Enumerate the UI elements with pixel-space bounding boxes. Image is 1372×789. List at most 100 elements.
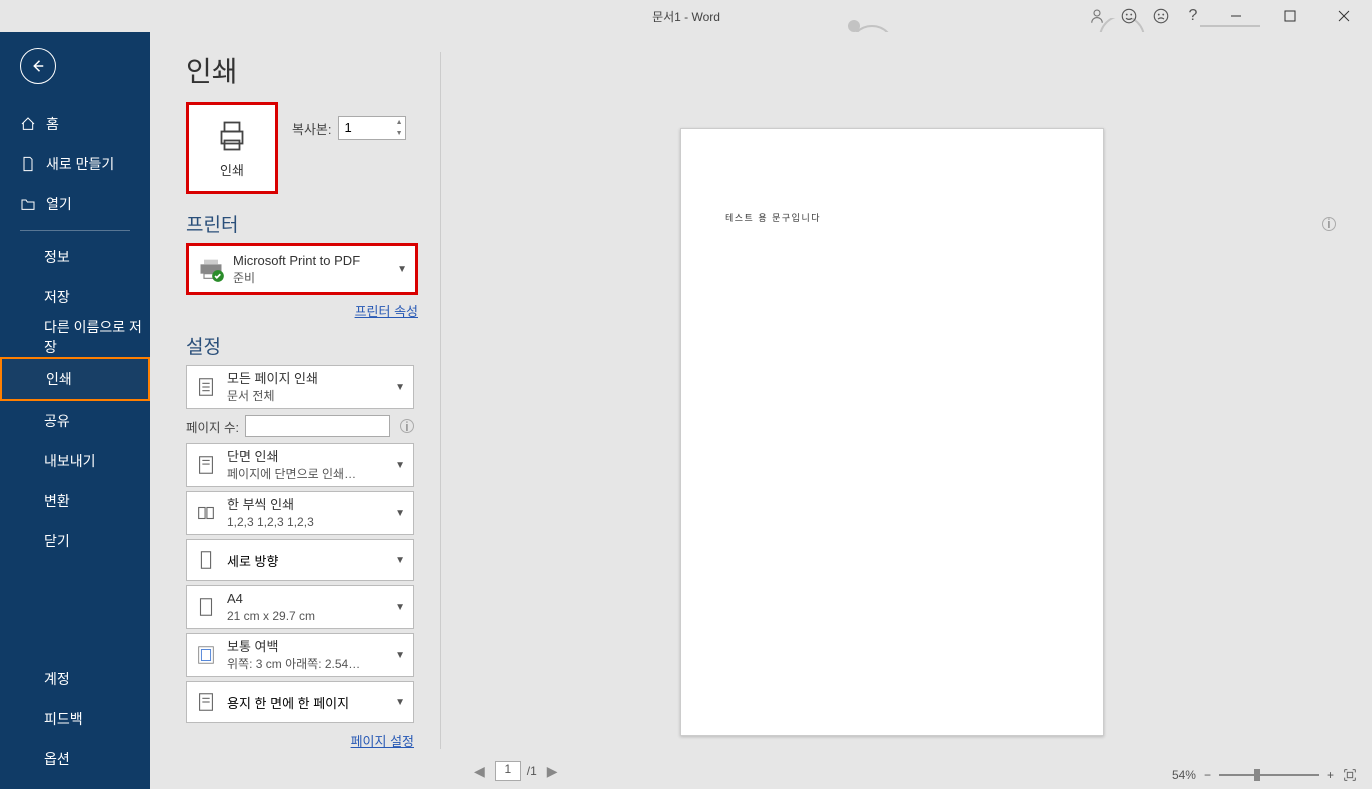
sidebar: 홈 새로 만들기 열기 정보 저장 다른 이름으로 저장 인쇄 공유 내보내기 … (0, 32, 150, 789)
pages-input[interactable] (245, 415, 390, 437)
sidebar-label: 내보내기 (44, 451, 96, 471)
zoom-slider[interactable] (1219, 774, 1319, 776)
close-button[interactable] (1324, 2, 1364, 30)
page-setup-link[interactable]: 페이지 설정 (186, 731, 414, 750)
main: 홈 새로 만들기 열기 정보 저장 다른 이름으로 저장 인쇄 공유 내보내기 … (0, 32, 1372, 789)
titlebar: 문서1 - Word ? (0, 0, 1372, 32)
setting-line1: 세로 방향 (227, 551, 278, 570)
zoom-percent: 54% (1172, 768, 1196, 782)
print-button[interactable]: 인쇄 (186, 102, 278, 194)
sidebar-item-print-highlight: 인쇄 (0, 357, 150, 401)
setting-line1: 모든 페이지 인쇄 (227, 370, 318, 388)
sidebar-label: 피드백 (44, 709, 83, 729)
sidebar-item-close[interactable]: 닫기 (0, 521, 150, 561)
help-button[interactable]: ? (1184, 7, 1202, 25)
maximize-button[interactable] (1270, 2, 1310, 30)
printer-properties-link[interactable]: 프린터 속성 (186, 301, 418, 320)
sidebar-label: 열기 (46, 194, 72, 214)
single-side-icon (195, 454, 217, 476)
sidebar-item-info[interactable]: 정보 (0, 237, 150, 277)
sidebar-label: 변환 (44, 491, 70, 511)
printer-icon (214, 118, 250, 154)
chevron-down-icon: ▼ (395, 508, 405, 519)
copies-input[interactable]: 1 ▲ ▼ (338, 116, 406, 140)
sidebar-label: 닫기 (44, 531, 70, 551)
minimize-button[interactable] (1216, 2, 1256, 30)
copies-row: 복사본: 1 ▲ ▼ (292, 116, 406, 140)
setting-line2: 1,2,3 1,2,3 1,2,3 (227, 514, 314, 530)
setting-paper-size[interactable]: A4 21 cm x 29.7 cm ▼ (186, 585, 414, 629)
info-icon[interactable]: i (1322, 217, 1336, 231)
printer-ready-icon (197, 255, 225, 283)
zoom-slider-thumb[interactable] (1254, 769, 1260, 781)
document-icon (195, 376, 217, 398)
user-icon[interactable] (1088, 7, 1106, 25)
setting-collate[interactable]: 한 부씩 인쇄 1,2,3 1,2,3 1,2,3 ▼ (186, 491, 414, 535)
sidebar-item-account[interactable]: 계정 (0, 659, 150, 699)
sidebar-item-saveas[interactable]: 다른 이름으로 저장 (0, 317, 150, 357)
chevron-down-icon: ▼ (397, 264, 407, 275)
setting-line1: 보통 여백 (227, 638, 360, 656)
sidebar-item-export[interactable]: 내보내기 (0, 441, 150, 481)
home-icon (20, 116, 36, 132)
setting-line1: 용지 한 면에 한 페이지 (227, 693, 349, 712)
spinner-up-icon[interactable]: ▲ (396, 117, 403, 128)
setting-sides[interactable]: 단면 인쇄 페이지에 단면으로 인쇄… ▼ (186, 443, 414, 487)
pages-label: 페이지 수: (186, 417, 239, 436)
printer-select[interactable]: Microsoft Print to PDF 준비 ▼ (186, 243, 418, 295)
sidebar-label: 새로 만들기 (46, 154, 114, 174)
zoom-out-button[interactable]: − (1204, 768, 1211, 782)
portrait-icon (195, 549, 217, 571)
preview-text: 테스트 용 문구입니다 (725, 211, 1059, 224)
sidebar-item-print[interactable]: 인쇄 (2, 359, 148, 399)
sidebar-item-home[interactable]: 홈 (0, 104, 150, 144)
folder-open-icon (20, 196, 36, 212)
chevron-down-icon: ▼ (395, 555, 405, 566)
setting-margins[interactable]: 보통 여백 위쪽: 3 cm 아래쪽: 2.54… ▼ (186, 633, 414, 677)
print-button-label: 인쇄 (220, 160, 244, 179)
pages-row: 페이지 수: i (186, 415, 414, 437)
info-icon[interactable]: i (400, 419, 414, 433)
one-page-icon (195, 691, 217, 713)
sidebar-item-options[interactable]: 옵션 (0, 739, 150, 779)
print-panel: 인쇄 인쇄 복사본: 1 ▲ ▼ 프린터 i (150, 32, 1372, 789)
page-navigator: ◀ 1 /1 ▶ (470, 761, 562, 781)
setting-pages-per-sheet[interactable]: 용지 한 면에 한 페이지 ▼ (186, 681, 414, 723)
paper-size-icon (195, 596, 217, 618)
sidebar-item-feedback[interactable]: 피드백 (0, 699, 150, 739)
setting-line2: 21 cm x 29.7 cm (227, 608, 315, 624)
sidebar-item-share[interactable]: 공유 (0, 401, 150, 441)
setting-line2: 문서 전체 (227, 388, 318, 404)
sidebar-item-open[interactable]: 열기 (0, 184, 150, 224)
spinner-down-icon[interactable]: ▼ (396, 128, 403, 139)
sidebar-label: 정보 (44, 247, 70, 267)
setting-orientation[interactable]: 세로 방향 ▼ (186, 539, 414, 581)
setting-print-range[interactable]: 모든 페이지 인쇄 문서 전체 ▼ (186, 365, 414, 409)
chevron-down-icon: ▼ (395, 650, 405, 661)
frown-icon[interactable] (1152, 7, 1170, 25)
page-input[interactable]: 1 (495, 761, 521, 781)
sidebar-label: 다른 이름으로 저장 (44, 317, 150, 357)
sidebar-label: 저장 (44, 287, 70, 307)
prev-page-button[interactable]: ◀ (470, 763, 489, 780)
chevron-down-icon: ▼ (395, 382, 405, 393)
printer-status: 준비 (233, 270, 360, 286)
smile-icon[interactable] (1120, 7, 1138, 25)
sidebar-label: 홈 (46, 114, 59, 134)
sidebar-item-new[interactable]: 새로 만들기 (0, 144, 150, 184)
sidebar-item-transform[interactable]: 변환 (0, 481, 150, 521)
setting-line2: 페이지에 단면으로 인쇄… (227, 466, 356, 482)
setting-line1: 단면 인쇄 (227, 448, 356, 466)
setting-line1: 한 부씩 인쇄 (227, 496, 314, 514)
sidebar-item-save[interactable]: 저장 (0, 277, 150, 317)
collate-icon (195, 502, 217, 524)
next-page-button[interactable]: ▶ (543, 763, 562, 780)
zoom-in-button[interactable]: + (1327, 768, 1334, 782)
fit-to-window-icon[interactable] (1342, 767, 1358, 783)
back-button[interactable] (20, 48, 56, 84)
vertical-divider (440, 52, 441, 749)
copies-label: 복사본: (292, 119, 332, 138)
printer-title-text: 프린터 (186, 210, 238, 237)
sidebar-label: 옵션 (44, 749, 70, 769)
sidebar-label: 계정 (44, 669, 70, 689)
